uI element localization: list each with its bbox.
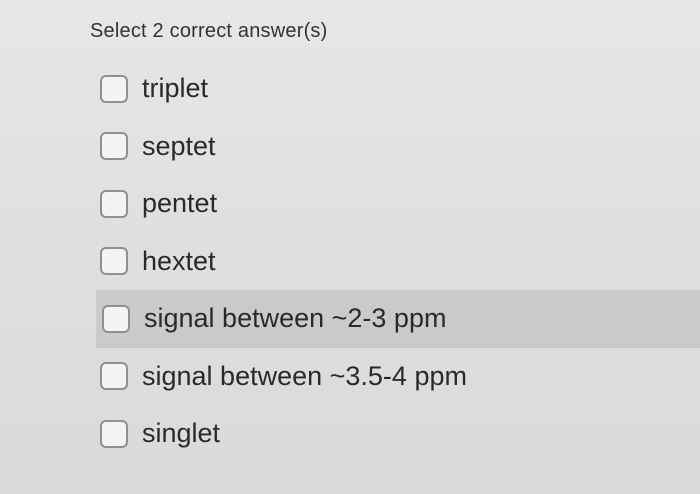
- answer-option-pentet[interactable]: pentet: [0, 175, 700, 233]
- answer-option-signal-2-3-ppm[interactable]: signal between ~2-3 ppm: [96, 290, 700, 348]
- checkbox[interactable]: [100, 74, 128, 103]
- quiz-screen: Select 2 correct answer(s) triplet septe…: [0, 0, 700, 494]
- checkbox[interactable]: [100, 362, 128, 391]
- checkbox[interactable]: [100, 189, 128, 218]
- option-label: triplet: [142, 73, 209, 104]
- option-label: hextet: [142, 245, 216, 276]
- option-label: pentet: [142, 188, 218, 219]
- checkbox[interactable]: [102, 304, 130, 333]
- answer-options-list: triplet septet pentet hextet signal betw…: [0, 60, 700, 463]
- answer-option-triplet[interactable]: triplet: [0, 60, 700, 118]
- option-label: singlet: [142, 418, 221, 449]
- option-label: septet: [142, 130, 216, 161]
- checkbox[interactable]: [100, 419, 128, 448]
- answer-option-singlet[interactable]: singlet: [0, 405, 700, 463]
- question-prompt: Select 2 correct answer(s): [90, 20, 328, 42]
- answer-option-septet[interactable]: septet: [0, 118, 700, 176]
- option-label: signal between ~3.5-4 ppm: [142, 360, 467, 391]
- checkbox[interactable]: [100, 247, 128, 276]
- checkbox[interactable]: [100, 132, 128, 161]
- answer-option-hextet[interactable]: hextet: [0, 233, 700, 291]
- answer-option-signal-3-5-4-ppm[interactable]: signal between ~3.5-4 ppm: [0, 348, 700, 406]
- option-label: signal between ~2-3 ppm: [144, 303, 447, 334]
